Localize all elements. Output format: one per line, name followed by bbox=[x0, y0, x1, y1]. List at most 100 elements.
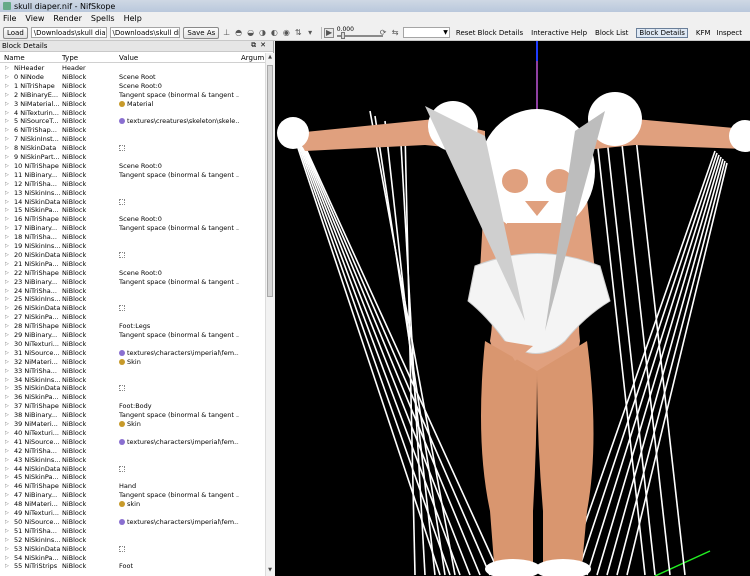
tree-row[interactable]: ▷ 9 NiSkinPart... NiBlock bbox=[0, 153, 265, 162]
slider-thumb[interactable] bbox=[340, 31, 345, 39]
column-header-value[interactable]: Value bbox=[119, 54, 138, 62]
expand-arrow-icon[interactable]: ▷ bbox=[5, 251, 9, 260]
tree-row[interactable]: ▷ 20 NiSkinData NiBlock bbox=[0, 251, 265, 260]
reset-block-details-button[interactable]: Reset Block Details bbox=[456, 29, 523, 37]
tree-row[interactable]: ▷ 33 NiTriSha... NiBlock bbox=[0, 367, 265, 376]
column-header-type[interactable]: Type bbox=[62, 54, 78, 62]
menu-help[interactable]: Help bbox=[124, 14, 142, 23]
tree-row[interactable]: ▷ 8 NiSkinData NiBlock bbox=[0, 144, 265, 153]
inspect-button[interactable]: Inspect bbox=[717, 29, 743, 37]
expand-arrow-icon[interactable]: ▷ bbox=[5, 313, 9, 322]
expand-arrow-icon[interactable]: ▷ bbox=[5, 278, 9, 287]
close-icon[interactable]: ✕ bbox=[260, 41, 270, 49]
expand-arrow-icon[interactable]: ▷ bbox=[5, 393, 9, 402]
expand-arrow-icon[interactable]: ▷ bbox=[5, 358, 9, 367]
kfm-button[interactable]: KFM bbox=[696, 29, 711, 37]
expand-arrow-icon[interactable]: ▷ bbox=[5, 491, 9, 500]
scroll-down-icon[interactable]: ▼ bbox=[267, 567, 273, 575]
expand-arrow-icon[interactable]: ▷ bbox=[5, 162, 9, 171]
expand-arrow-icon[interactable]: ▷ bbox=[5, 224, 9, 233]
expand-arrow-icon[interactable]: ▷ bbox=[5, 171, 9, 180]
view-side-icon[interactable]: ◑ bbox=[258, 28, 267, 38]
tree-row[interactable]: ▷ 50 NiSource... NiBlock textures\character… bbox=[0, 518, 265, 527]
menu-file[interactable]: File bbox=[3, 14, 16, 23]
scrollbar-thumb[interactable] bbox=[267, 65, 273, 297]
expand-arrow-icon[interactable]: ▷ bbox=[5, 304, 9, 313]
tree-row[interactable]: ▷ 28 NiTriShape NiBlock Foot:Legs bbox=[0, 322, 265, 331]
view-front-icon[interactable]: ◒ bbox=[246, 28, 255, 38]
tree-row[interactable]: ▷ 25 NiSkinIns... NiBlock bbox=[0, 295, 265, 304]
expand-arrow-icon[interactable]: ▷ bbox=[5, 322, 9, 331]
tree-row[interactable]: ▷ 34 NiSkinIns... NiBlock bbox=[0, 376, 265, 385]
expand-arrow-icon[interactable]: ▷ bbox=[5, 73, 9, 82]
tree-row[interactable]: ▷ 36 NiSkinPa... NiBlock bbox=[0, 393, 265, 402]
expand-arrow-icon[interactable]: ▷ bbox=[5, 456, 9, 465]
expand-arrow-icon[interactable]: ▷ bbox=[5, 100, 9, 109]
expand-arrow-icon[interactable]: ▷ bbox=[5, 500, 9, 509]
tree-row[interactable]: ▷ 49 NiTexturi... NiBlock bbox=[0, 509, 265, 518]
save-path-field[interactable]: \Downloads\skull diaper.nif bbox=[109, 27, 181, 38]
tree-row[interactable]: ▷ 10 NiTriShape NiBlock Scene Root:0 bbox=[0, 162, 265, 171]
tree-row[interactable]: ▷ 29 NiBinary... NiBlock Tangent space (bin… bbox=[0, 331, 265, 340]
tree-row[interactable]: ▷ 42 NiTriSha... NiBlock bbox=[0, 447, 265, 456]
tree-row[interactable]: ▷ 44 NiSkinData NiBlock bbox=[0, 465, 265, 474]
tree-row[interactable]: ▷ 41 NiSource... NiBlock textures\character… bbox=[0, 438, 265, 447]
tree-row[interactable]: ▷ 18 NiTriSha... NiBlock bbox=[0, 233, 265, 242]
expand-arrow-icon[interactable]: ▷ bbox=[5, 340, 9, 349]
expand-arrow-icon[interactable]: ▷ bbox=[5, 384, 9, 393]
tree-row[interactable]: ▷ 43 NiSkinIns... NiBlock bbox=[0, 456, 265, 465]
animation-time-slider[interactable]: 0.000 bbox=[336, 26, 383, 39]
menu-render[interactable]: Render bbox=[53, 14, 81, 23]
column-header-name[interactable]: Name bbox=[4, 54, 25, 62]
animation-sequence-select[interactable]: ▼ bbox=[402, 27, 450, 38]
tree-row[interactable]: ▷ 35 NiSkinData NiBlock bbox=[0, 384, 265, 393]
tree-row[interactable]: ▷ NiHeader Header bbox=[0, 64, 265, 73]
tree-row[interactable]: ▷ 53 NiSkinData NiBlock bbox=[0, 545, 265, 554]
expand-arrow-icon[interactable]: ▷ bbox=[5, 287, 9, 296]
tree-row[interactable]: ▷ 26 NiSkinData NiBlock bbox=[0, 304, 265, 313]
play-animation-icon[interactable]: ▶ bbox=[324, 27, 334, 38]
tree-row[interactable]: ▷ 19 NiSkinIns... NiBlock bbox=[0, 242, 265, 251]
tree-row[interactable]: ▷ 55 NiTriStrips NiBlock Foot bbox=[0, 562, 265, 571]
tree-row[interactable]: ▷ 13 NiSkinIns... NiBlock bbox=[0, 189, 265, 198]
tree-row[interactable]: ▷ 15 NiSkinPa... NiBlock bbox=[0, 206, 265, 215]
view-walk-icon[interactable]: ◉ bbox=[282, 28, 291, 38]
tree-row[interactable]: ▷ 17 NiBinary... NiBlock Tangent space (bin… bbox=[0, 224, 265, 233]
expand-arrow-icon[interactable]: ▷ bbox=[5, 411, 9, 420]
expand-arrow-icon[interactable]: ▷ bbox=[5, 189, 9, 198]
tree-row[interactable]: ▷ 51 NiTriSha... NiBlock bbox=[0, 527, 265, 536]
3d-viewport[interactable] bbox=[275, 41, 750, 576]
menu-spells[interactable]: Spells bbox=[91, 14, 115, 23]
expand-arrow-icon[interactable]: ▷ bbox=[5, 91, 9, 100]
expand-arrow-icon[interactable]: ▷ bbox=[5, 465, 9, 474]
expand-arrow-icon[interactable]: ▷ bbox=[5, 331, 9, 340]
tree-row[interactable]: ▷ 0 NiNode NiBlock Scene Root bbox=[0, 73, 265, 82]
expand-arrow-icon[interactable]: ▷ bbox=[5, 180, 9, 189]
tree-row[interactable]: ▷ 37 NiTriShape NiBlock Foot:Body bbox=[0, 402, 265, 411]
tree-row[interactable]: ▷ 2 NiBinaryE... NiBlock Tangent space (bin… bbox=[0, 91, 265, 100]
expand-arrow-icon[interactable]: ▷ bbox=[5, 402, 9, 411]
tree-row[interactable]: ▷ 11 NiBinary... NiBlock Tangent space (bin… bbox=[0, 171, 265, 180]
expand-arrow-icon[interactable]: ▷ bbox=[5, 242, 9, 251]
expand-arrow-icon[interactable]: ▷ bbox=[5, 117, 9, 126]
tree-row[interactable]: ▷ 12 NiTriSha... NiBlock bbox=[0, 180, 265, 189]
switch-icon[interactable]: ⇆ bbox=[391, 28, 400, 38]
save-as-button[interactable]: Save As bbox=[183, 26, 220, 39]
expand-arrow-icon[interactable]: ▷ bbox=[5, 260, 9, 269]
expand-arrow-icon[interactable]: ▷ bbox=[5, 269, 9, 278]
expand-arrow-icon[interactable]: ▷ bbox=[5, 473, 9, 482]
vertical-scrollbar[interactable]: ▲ ▼ bbox=[265, 53, 274, 576]
expand-arrow-icon[interactable]: ▷ bbox=[5, 527, 9, 536]
expand-arrow-icon[interactable]: ▷ bbox=[5, 153, 9, 162]
tree-row[interactable]: ▷ 46 NiTriShape NiBlock Hand bbox=[0, 482, 265, 491]
scroll-up-icon[interactable]: ▲ bbox=[267, 54, 273, 62]
tree-row[interactable]: ▷ 3 NiMaterial... NiBlock Material bbox=[0, 100, 265, 109]
tree-row[interactable]: ▷ 38 NiBinary... NiBlock Tangent space (bin… bbox=[0, 411, 265, 420]
tree-row[interactable]: ▷ 23 NiBinary... NiBlock Tangent space (bin… bbox=[0, 278, 265, 287]
tree-row[interactable]: ▷ 31 NiSource... NiBlock textures\character… bbox=[0, 349, 265, 358]
tree-row[interactable]: ▷ 47 NiBinary... NiBlock Tangent space (bin… bbox=[0, 491, 265, 500]
expand-arrow-icon[interactable]: ▷ bbox=[5, 518, 9, 527]
expand-arrow-icon[interactable]: ▷ bbox=[5, 545, 9, 554]
camera-menu-icon[interactable]: ▾ bbox=[306, 28, 315, 38]
expand-arrow-icon[interactable]: ▷ bbox=[5, 144, 9, 153]
